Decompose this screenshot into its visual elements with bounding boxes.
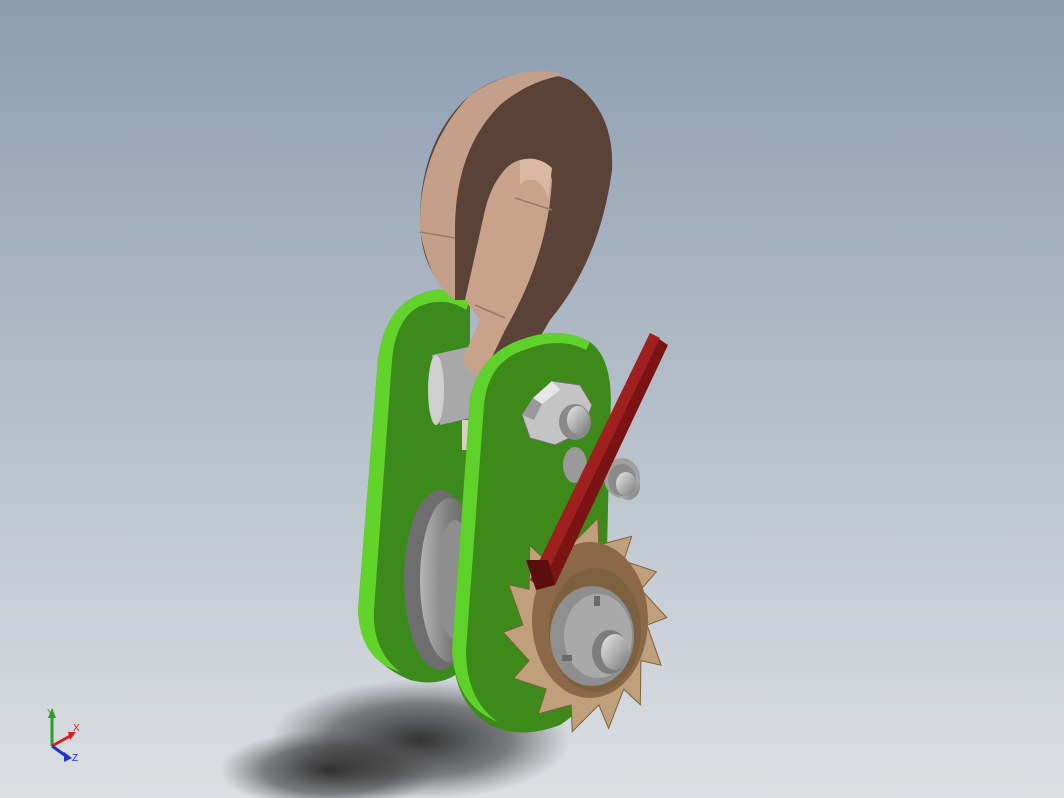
ratchet-hub[interactable] <box>550 586 634 686</box>
model-scene[interactable]: Y X Z <box>0 0 1064 798</box>
graphics-viewport[interactable]: Y X Z <box>0 0 1064 798</box>
x-axis-label: X <box>73 723 80 734</box>
y-axis-label: Y <box>47 708 54 719</box>
z-axis-label: Z <box>72 753 78 764</box>
